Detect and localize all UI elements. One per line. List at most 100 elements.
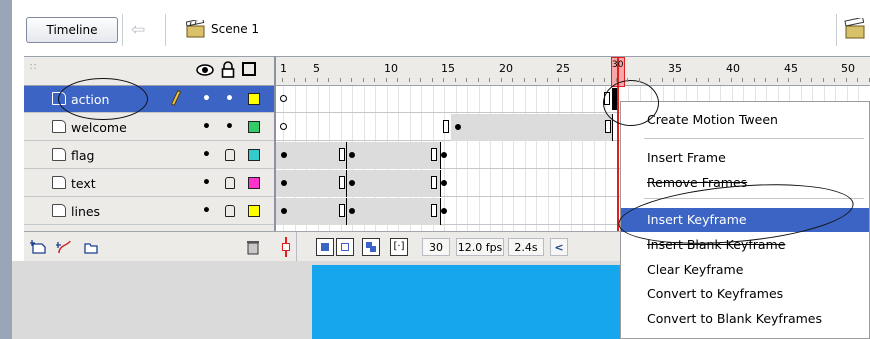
frame-end-marker[interactable] xyxy=(339,148,345,161)
frame-tick-label: 1 xyxy=(280,62,287,75)
scroll-left-icon[interactable]: < xyxy=(550,238,568,256)
ruler-tick xyxy=(857,78,858,82)
visibility-toggle[interactable]: • xyxy=(202,119,211,135)
ruler-tick xyxy=(719,78,720,82)
layer-row-text[interactable]: text • xyxy=(24,170,275,197)
ruler-tick xyxy=(615,78,617,82)
frame-end-marker[interactable] xyxy=(431,204,437,217)
keyframe[interactable] xyxy=(441,152,447,158)
back-arrow-icon[interactable]: ⇦ xyxy=(131,19,153,41)
edit-multiple-frames-icon[interactable] xyxy=(362,238,380,256)
ruler-tick xyxy=(535,78,536,82)
menu-item-clear-keyframe[interactable]: Clear Keyframe xyxy=(621,258,869,282)
ruler-tick xyxy=(408,78,410,82)
frame-tick-label: 50 xyxy=(841,62,855,75)
menu-separator xyxy=(644,138,864,139)
lock-icon[interactable] xyxy=(225,149,235,161)
ruler-tick xyxy=(477,78,479,82)
onion-skin-outlines-icon[interactable] xyxy=(336,238,354,256)
keyframe[interactable] xyxy=(281,208,287,214)
frame-tick-label: 20 xyxy=(499,62,513,75)
layer-name[interactable]: welcome xyxy=(71,120,127,135)
visibility-toggle[interactable]: • xyxy=(202,175,211,191)
timeline-button[interactable]: Timeline xyxy=(26,17,118,43)
pencil-icon xyxy=(170,89,182,107)
scene-label[interactable]: Scene 1 xyxy=(211,22,259,36)
ruler-tick xyxy=(282,78,283,82)
ruler-tick xyxy=(385,78,387,82)
current-frame-field: 30 xyxy=(422,238,450,256)
menu-item-convert-to-keyframes[interactable]: Convert to Keyframes xyxy=(621,282,869,306)
center-frame-icon[interactable] xyxy=(280,235,292,259)
ruler-tick xyxy=(523,78,525,82)
layer-color-swatch[interactable] xyxy=(248,121,260,133)
keyframe[interactable] xyxy=(281,180,287,186)
frame-end-marker[interactable] xyxy=(443,120,449,133)
layer-name[interactable]: flag xyxy=(71,148,94,163)
edit-scene-icon[interactable] xyxy=(843,18,867,40)
frame-span[interactable] xyxy=(347,170,441,197)
modify-onion-markers-icon[interactable]: [·] xyxy=(390,238,408,256)
lock-toggle[interactable]: • xyxy=(225,119,234,135)
frame-end-marker[interactable] xyxy=(431,148,437,161)
visibility-toggle[interactable]: • xyxy=(202,147,211,163)
insert-layer-icon[interactable] xyxy=(30,238,48,256)
visibility-toggle[interactable]: • xyxy=(202,91,211,107)
ruler-tick xyxy=(730,78,732,82)
layer-row-welcome[interactable]: welcome • • xyxy=(24,114,275,141)
frame-span[interactable] xyxy=(347,142,441,169)
layer-name[interactable]: lines xyxy=(71,204,100,219)
stage-canvas[interactable] xyxy=(312,265,622,339)
frame-end-marker[interactable] xyxy=(431,176,437,189)
eye-icon[interactable] xyxy=(196,63,214,77)
ruler-tick xyxy=(305,78,306,82)
ruler-tick xyxy=(742,78,743,82)
frame-rate-field[interactable]: 12.0 fps xyxy=(456,238,504,256)
layer-color-swatch[interactable] xyxy=(248,149,260,161)
blank-keyframe[interactable] xyxy=(280,123,287,130)
keyframe[interactable] xyxy=(349,152,355,158)
ruler-tick xyxy=(328,78,329,82)
menu-item-convert-to-blank-keyframes[interactable]: Convert to Blank Keyframes xyxy=(621,307,869,331)
frame-end-marker[interactable] xyxy=(605,120,611,133)
insert-folder-icon[interactable] xyxy=(82,238,100,256)
blank-keyframe[interactable] xyxy=(280,95,287,102)
menu-item-create-motion-tween[interactable]: Create Motion Tween xyxy=(621,108,869,132)
frame-span[interactable] xyxy=(451,114,613,141)
layer-color-swatch[interactable] xyxy=(248,93,260,105)
trash-icon[interactable] xyxy=(244,238,262,256)
ruler-tick xyxy=(776,78,778,82)
ruler-tick xyxy=(627,78,628,82)
keyframe[interactable] xyxy=(455,124,461,130)
keyframe[interactable] xyxy=(349,180,355,186)
layer-color-swatch[interactable] xyxy=(248,177,260,189)
lock-icon[interactable] xyxy=(225,205,235,217)
frame-end-marker[interactable] xyxy=(339,204,345,217)
add-motion-guide-icon[interactable] xyxy=(56,238,74,256)
ruler-tick xyxy=(454,78,456,82)
layer-row-lines[interactable]: lines • xyxy=(24,198,275,225)
onion-skin-icon[interactable] xyxy=(316,238,334,256)
menu-item-insert-frame[interactable]: Insert Frame xyxy=(621,146,869,170)
lock-icon[interactable] xyxy=(221,61,235,78)
layer-color-swatch[interactable] xyxy=(248,205,260,217)
toolbar-divider xyxy=(122,14,123,46)
frame-end-marker[interactable] xyxy=(339,176,345,189)
layer-row-flag[interactable]: flag • xyxy=(24,142,275,169)
visibility-toggle[interactable]: • xyxy=(202,203,211,219)
layer-icon xyxy=(52,176,66,189)
ruler-tick xyxy=(500,78,502,82)
keyframe[interactable] xyxy=(349,208,355,214)
outline-icon[interactable] xyxy=(242,62,256,76)
ruler-tick xyxy=(753,78,755,82)
panel-grip-icon[interactable]: ∷ xyxy=(30,62,36,73)
frame-span[interactable] xyxy=(347,198,441,225)
lock-icon[interactable] xyxy=(225,177,235,189)
lock-toggle[interactable]: • xyxy=(225,91,234,107)
keyframe[interactable] xyxy=(441,208,447,214)
ruler-tick xyxy=(351,78,352,82)
ruler-tick xyxy=(489,78,490,82)
layer-name[interactable]: text xyxy=(71,176,96,191)
keyframe[interactable] xyxy=(441,180,447,186)
keyframe[interactable] xyxy=(281,152,287,158)
